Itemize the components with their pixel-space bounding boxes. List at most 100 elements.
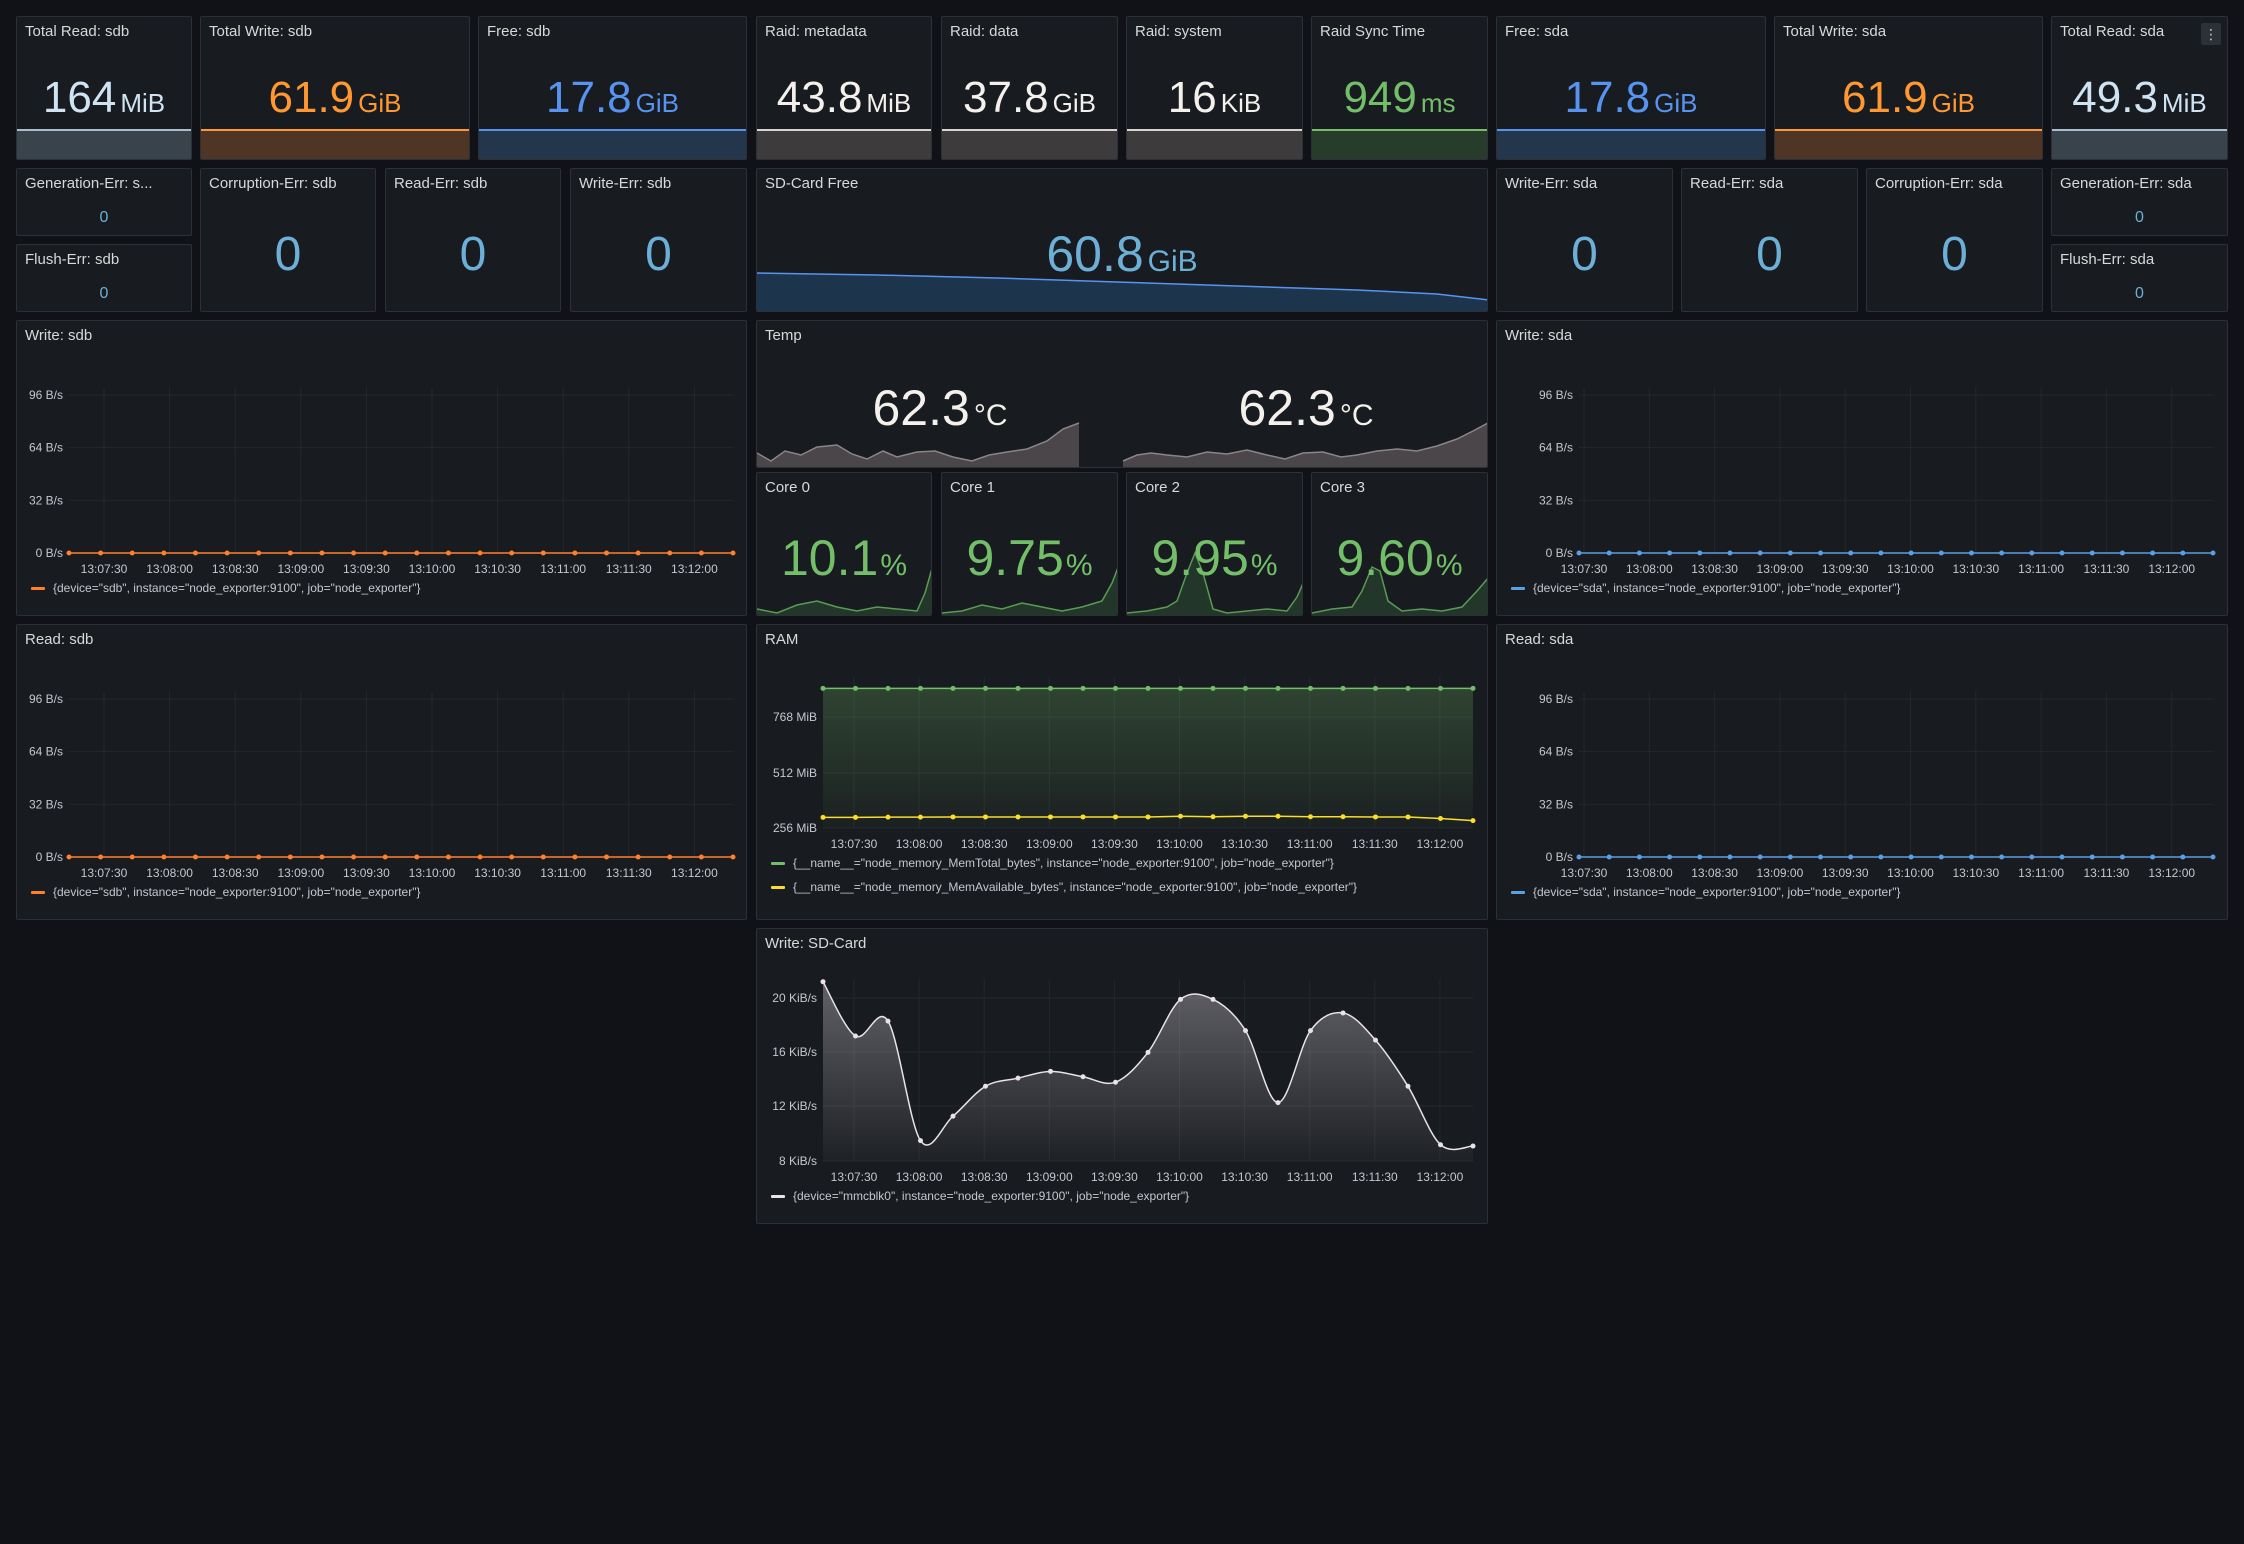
panel-title: Read-Err: sdb xyxy=(394,175,488,192)
stat-panel[interactable]: Free: sda 17.8 GiB xyxy=(1496,16,1766,160)
panel-title: Flush-Err: sda xyxy=(2060,251,2155,268)
sdcard-free-panel[interactable]: SD-Card Free 60.8 GiB xyxy=(756,168,1488,312)
read-sda-panel[interactable]: Read: sda 96 B/s 64 B/s 32 B/s 0 B/s 13:07:3… xyxy=(1496,624,2228,920)
legend-label: {device="sdb", instance="node_exporter:9… xyxy=(53,885,421,899)
generation-err-sdb-panel[interactable]: Generation-Err: s... 0 xyxy=(16,168,192,236)
write-err-sdb-panel[interactable]: Write-Err: sdb 0 xyxy=(570,168,747,312)
data-point xyxy=(1727,854,1733,860)
x-tick-label: 13:10:00 xyxy=(1156,837,1203,851)
core-panel[interactable]: Core 2 9.95% xyxy=(1126,472,1303,616)
y-tick-label: 96 B/s xyxy=(1539,388,1573,402)
x-tick-label: 13:09:00 xyxy=(1757,866,1804,880)
stat-panel[interactable]: Raid: data 37.8 GiB xyxy=(941,16,1118,160)
x-tick-label: 13:09:30 xyxy=(1091,837,1138,851)
x-tick-label: 13:10:00 xyxy=(409,866,456,880)
data-point xyxy=(1178,685,1183,691)
x-tick-label: 13:07:30 xyxy=(81,866,128,880)
stat-background-band xyxy=(1312,129,1487,159)
series-area xyxy=(823,981,1473,1161)
stat-panel[interactable]: Free: sdb 17.8 GiB xyxy=(478,16,747,160)
write-sda-panel[interactable]: Write: sda 96 B/s 64 B/s 32 B/s 0 B/s 13:07:… xyxy=(1496,320,2228,616)
data-point xyxy=(1999,854,2005,860)
data-point xyxy=(1405,814,1411,820)
flush-err-sda-panel[interactable]: Flush-Err: sda 0 xyxy=(2051,244,2228,312)
x-tick-label: 13:09:00 xyxy=(1757,562,1804,576)
data-point xyxy=(2029,854,2035,860)
write-err-sda-panel[interactable]: Write-Err: sda 0 xyxy=(1496,168,1673,312)
panel-title: Total Read: sda xyxy=(2060,23,2165,40)
panel-title: Corruption-Err: sda xyxy=(1875,175,2003,192)
data-point xyxy=(1787,854,1793,860)
write-sdcard-panel[interactable]: Write: SD-Card 20 KiB/s 16 KiB/s 12 KiB/s 8… xyxy=(756,928,1488,1224)
y-tick-label: 32 B/s xyxy=(1539,797,1573,811)
temp-panel[interactable]: Temp 62.3 °C 62.3 °C xyxy=(756,320,1488,468)
x-tick-label: 13:08:00 xyxy=(146,562,193,576)
data-point xyxy=(2089,854,2095,860)
y-tick-label: 512 MiB xyxy=(773,766,817,780)
y-tick-label: 64 B/s xyxy=(1539,745,1573,759)
stat-panel[interactable]: Total Read: sdb 164 MiB xyxy=(16,16,192,160)
data-point xyxy=(1405,685,1411,691)
data-point xyxy=(1438,1142,1443,1148)
series-area xyxy=(823,688,1473,828)
data-point xyxy=(1470,1143,1476,1149)
x-tick-label: 13:08:30 xyxy=(1691,562,1738,576)
x-tick-label: 13:11:30 xyxy=(606,866,652,880)
data-point xyxy=(1727,550,1733,556)
core-panel[interactable]: Core 1 9.75% xyxy=(941,472,1118,616)
x-tick-label: 13:10:00 xyxy=(409,562,456,576)
stat-panel[interactable]: Raid: metadata 43.8 MiB xyxy=(756,16,932,160)
data-point xyxy=(192,550,198,556)
core-panel[interactable]: Core 3 9.60% xyxy=(1311,472,1488,616)
stat-value: 949 ms xyxy=(1343,73,1456,122)
y-tick-label: 0 B/s xyxy=(36,546,63,560)
stat-panel[interactable]: Total Write: sda 61.9 GiB xyxy=(1774,16,2043,160)
stat-panel[interactable]: Raid: system 16 KiB xyxy=(1126,16,1303,160)
stat-panel[interactable]: Total Read: sda 49.3 MiB ⋮ xyxy=(2051,16,2228,160)
y-tick-label: 96 B/s xyxy=(29,388,63,402)
flush-err-sdb-panel[interactable]: Flush-Err: sdb 0 xyxy=(16,244,192,312)
data-point xyxy=(2180,854,2186,860)
panel-title: Generation-Err: s... xyxy=(25,175,153,192)
read-sdb-panel[interactable]: Read: sdb 96 B/s 64 B/s 32 B/s 0 B/s 13:07:3… xyxy=(16,624,747,920)
corruption-err-sda-panel[interactable]: Corruption-Err: sda 0 xyxy=(1866,168,2043,312)
read-err-sdb-panel[interactable]: Read-Err: sdb 0 xyxy=(385,168,561,312)
data-point xyxy=(1015,814,1021,820)
data-point xyxy=(287,854,293,860)
data-point xyxy=(1275,813,1281,819)
panel-title: Corruption-Err: sdb xyxy=(209,175,337,192)
write-sdb-panel[interactable]: Write: sdb 96 B/s 64 B/s 32 B/s 0 B/s 13:07:… xyxy=(16,320,747,616)
core-panel[interactable]: Core 0 10.1% xyxy=(756,472,932,616)
data-point xyxy=(540,550,546,556)
data-point xyxy=(1667,854,1673,860)
corruption-err-sdb-panel[interactable]: Corruption-Err: sdb 0 xyxy=(200,168,376,312)
legend-label: {device="sdb", instance="node_exporter:9… xyxy=(53,581,421,595)
y-tick-label: 768 MiB xyxy=(773,710,817,724)
stat-panel[interactable]: Raid Sync Time 949 ms xyxy=(1311,16,1488,160)
stat-value: 61.9 GiB xyxy=(268,73,402,122)
data-point xyxy=(1243,813,1248,819)
temp-value-1: 62.3 °C xyxy=(872,380,1008,436)
data-point xyxy=(1113,814,1118,820)
y-tick-label: 12 KiB/s xyxy=(772,1099,817,1113)
stat-background-band xyxy=(17,129,191,159)
core-value: 9.95% xyxy=(1151,530,1278,586)
panel-title: Total Write: sdb xyxy=(209,23,313,40)
data-point xyxy=(1145,1049,1151,1055)
stat-value: 17.8 GiB xyxy=(1564,73,1698,122)
ram-panel[interactable]: RAM 768 MiB 512 MiB 256 MiB 13:07:30 13:08:0… xyxy=(756,624,1488,920)
data-point xyxy=(1210,996,1216,1002)
data-point xyxy=(1340,685,1346,691)
panel-menu-icon[interactable]: ⋮ xyxy=(2201,23,2221,45)
stat-background-band xyxy=(942,129,1117,159)
data-point xyxy=(477,854,483,860)
data-point xyxy=(540,854,546,860)
data-point xyxy=(1210,685,1216,691)
stat-value: 49.3 MiB xyxy=(2072,73,2207,122)
data-point xyxy=(1373,814,1378,820)
read-err-sda-panel[interactable]: Read-Err: sda 0 xyxy=(1681,168,1858,312)
stat-panel[interactable]: Total Write: sdb 61.9 GiB xyxy=(200,16,470,160)
x-tick-label: 13:11:00 xyxy=(540,562,586,576)
data-point xyxy=(885,685,891,691)
generation-err-sda-panel[interactable]: Generation-Err: sda 0 xyxy=(2051,168,2228,236)
